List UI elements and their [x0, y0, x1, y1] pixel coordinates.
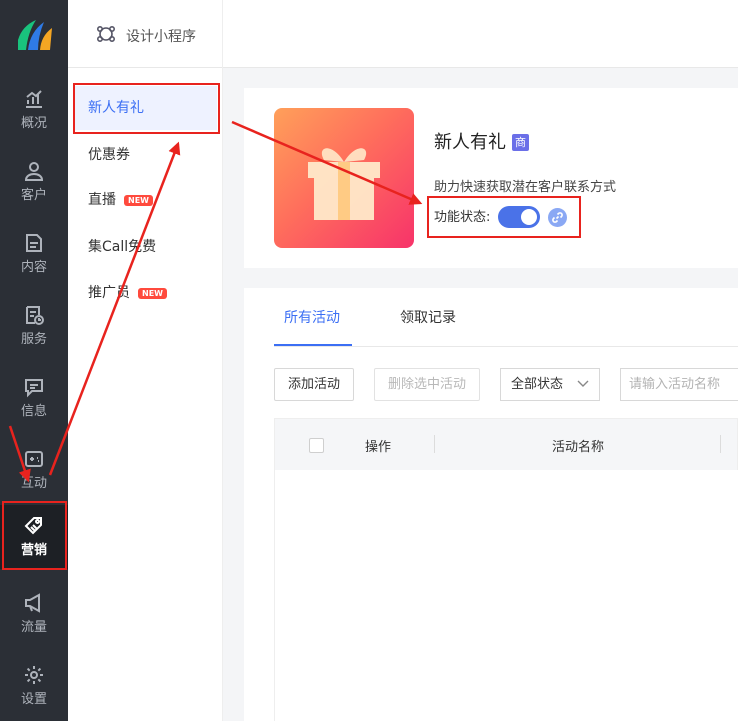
delete-selected-button[interactable]: 删除选中活动 — [374, 368, 480, 401]
highlight-box-newcomer-gift — [73, 83, 220, 134]
user-icon — [24, 162, 44, 181]
rail-item-service[interactable]: 服务 — [0, 294, 68, 358]
feature-hero-image — [274, 108, 414, 248]
mini-program-switch[interactable]: 设计小程序 — [68, 0, 223, 68]
highlight-box-marketing — [2, 501, 67, 570]
mini-program-icon — [96, 25, 116, 43]
tab-divider — [274, 346, 738, 347]
select-all-checkbox[interactable] — [309, 438, 324, 453]
brand-label: 设计小程序 — [126, 29, 196, 45]
column-separator — [434, 435, 435, 453]
subnav-label: 集Call免费 — [88, 239, 157, 255]
rail-label: 服务 — [20, 332, 47, 347]
rail-item-overview[interactable]: 概况 — [0, 78, 68, 142]
feature-description: 助力快速获取潜在客户联系方式 — [434, 180, 617, 195]
highlight-box-status — [427, 196, 581, 238]
column-header-actions: 操作 — [365, 440, 392, 455]
interaction-icon — [25, 451, 43, 467]
message-icon — [25, 379, 43, 398]
rail-label: 客户 — [20, 188, 47, 203]
rail-item-settings[interactable]: 设置 — [0, 654, 68, 718]
gift-icon — [308, 148, 380, 220]
rail-item-content[interactable]: 内容 — [0, 222, 68, 286]
main-sidebar: 概况 客户 内容 服务 信息 互动 营销 流量 设置 — [0, 0, 68, 721]
settings-icon — [25, 666, 43, 684]
feature-card: 新人有礼商 助力快速获取潜在客户联系方式 功能状态: — [244, 88, 738, 268]
rail-label: 流量 — [20, 620, 47, 635]
column-header-activity-name: 活动名称 — [552, 440, 605, 455]
table-header: 操作 活动名称 — [274, 418, 738, 470]
new-badge: NEW — [124, 194, 153, 206]
subnav-label: 直播 — [88, 192, 116, 208]
tab-all-activities[interactable]: 所有活动 — [274, 288, 352, 346]
tab-claim-records[interactable]: 领取记录 — [400, 288, 456, 346]
status-filter-select[interactable]: 全部状态 — [500, 368, 600, 401]
subnav-item-coupons[interactable]: 优惠券 — [74, 133, 217, 177]
activity-search-input[interactable]: 请输入活动名称 — [620, 368, 738, 401]
subnav-item-call-free[interactable]: 集Call免费 — [74, 225, 217, 269]
subnav-label: 推广员 — [88, 285, 130, 301]
rail-item-interaction[interactable]: 互动 — [0, 438, 68, 502]
rail-label: 互动 — [20, 476, 47, 491]
rail-label: 信息 — [20, 404, 47, 419]
feature-title: 新人有礼商 — [434, 128, 529, 154]
app-logo — [18, 20, 52, 50]
subnav-label: 优惠券 — [88, 147, 130, 163]
rail-item-traffic[interactable]: 流量 — [0, 582, 68, 646]
megaphone-icon — [25, 593, 40, 613]
merchant-badge: 商 — [512, 134, 529, 151]
service-icon — [26, 306, 44, 325]
rail-item-customers[interactable]: 客户 — [0, 150, 68, 214]
new-badge: NEW — [138, 287, 167, 299]
subnav-item-promoter[interactable]: 推广员 NEW — [74, 271, 217, 315]
rail-label: 内容 — [20, 260, 47, 275]
document-icon — [26, 234, 42, 252]
feature-title-text: 新人有礼 — [434, 132, 506, 153]
chevron-down-icon — [577, 380, 589, 387]
column-separator — [720, 435, 721, 453]
status-filter-value: 全部状态 — [511, 377, 564, 392]
table-body — [274, 470, 738, 721]
rail-label: 设置 — [20, 692, 47, 707]
chart-icon — [26, 90, 42, 108]
activity-card: 所有活动 领取记录 添加活动 删除选中活动 全部状态 请输入活动名称 操作 活动… — [244, 288, 738, 721]
rail-item-messages[interactable]: 信息 — [0, 366, 68, 430]
top-bar: 设计小程序 — [68, 0, 738, 68]
rail-label: 概况 — [20, 116, 47, 131]
subnav-item-live[interactable]: 直播 NEW — [74, 178, 217, 222]
marketing-subnav: 新人有礼 优惠券 直播 NEW 集Call免费 推广员 NEW — [68, 68, 223, 721]
add-activity-button[interactable]: 添加活动 — [274, 368, 354, 401]
